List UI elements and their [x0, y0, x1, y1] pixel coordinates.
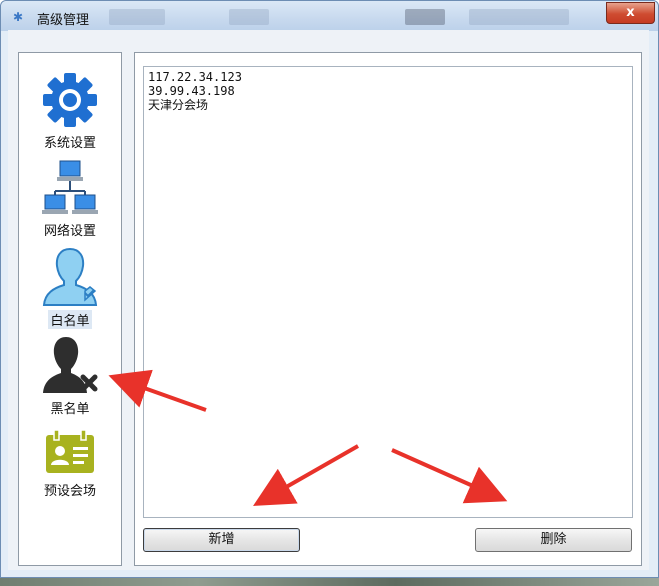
background-blur [405, 9, 445, 25]
network-icon [42, 160, 98, 214]
sidebar-item-system-settings[interactable]: 系统设置 [19, 71, 121, 151]
background-blur [109, 9, 165, 25]
close-button[interactable]: x [606, 2, 655, 24]
sidebar-item-label: 黑名单 [50, 402, 90, 417]
sidebar-item-network-settings[interactable]: 网络设置 [19, 159, 121, 239]
taskbar-strip [0, 578, 659, 586]
list-item[interactable]: 天津分会场 [144, 98, 632, 112]
sidebar-item-preset-venue[interactable]: 预设会场 [19, 427, 121, 499]
list-item[interactable]: 117.22.34.123 [144, 70, 632, 84]
address-list[interactable]: 117.22.34.123 39.99.43.198 天津分会场 [143, 66, 633, 518]
sidebar-item-label: 白名单 [48, 310, 92, 329]
gear-icon [43, 73, 97, 127]
sidebar-item-whitelist[interactable]: 白名单 [19, 245, 121, 329]
app-icon: ✱ [13, 10, 24, 24]
id-card-icon [46, 429, 94, 473]
whitelist-user-icon [42, 247, 98, 306]
background-blur [469, 9, 569, 25]
close-icon: x [626, 5, 635, 20]
sidebar-item-label: 网络设置 [43, 224, 96, 239]
sidebar-item-label: 系统设置 [43, 136, 96, 151]
sidebar-item-label: 预设会场 [43, 484, 96, 499]
sidebar: 系统设置 网络设置 白名单 黑名单 预设会场 [18, 52, 122, 566]
add-button[interactable]: 新增 [143, 528, 300, 552]
background-blur [229, 9, 269, 25]
delete-button[interactable]: 删除 [475, 528, 632, 552]
title-bar[interactable]: ✱ 高级管理 x [1, 1, 658, 31]
sidebar-item-blacklist[interactable]: 黑名单 [19, 333, 121, 417]
blacklist-user-icon [43, 337, 98, 393]
list-item[interactable]: 39.99.43.198 [144, 84, 632, 98]
window-title: 高级管理 [37, 13, 90, 28]
